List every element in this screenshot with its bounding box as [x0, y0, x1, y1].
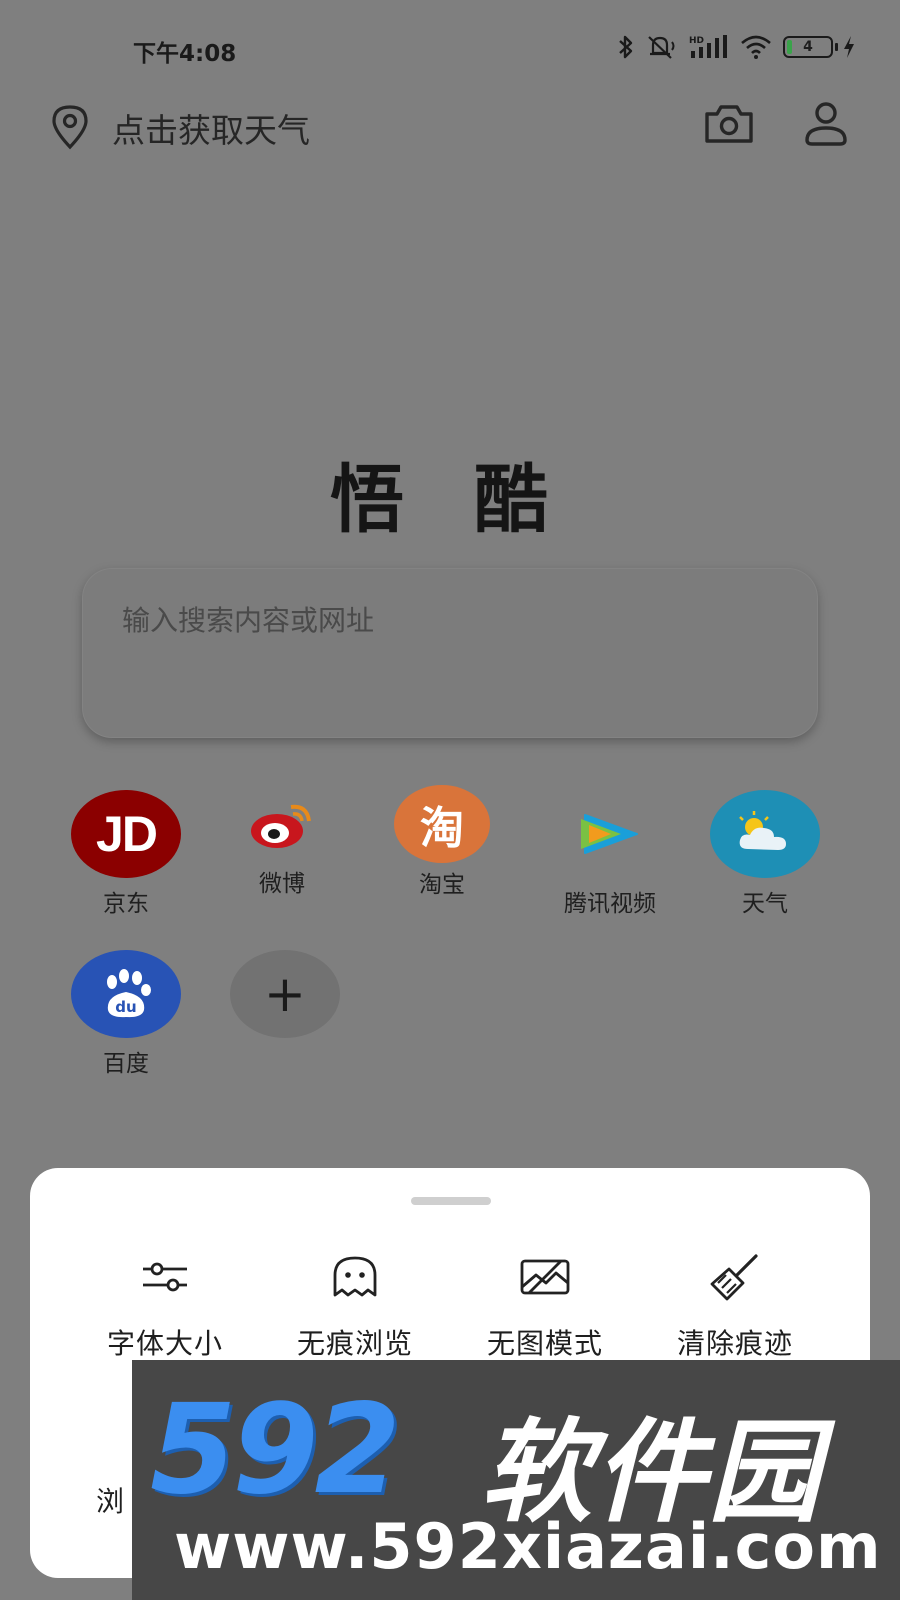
baidu-logo-icon: du [71, 950, 181, 1038]
menu-item-label: 清除痕迹 [676, 1327, 793, 1360]
menu-item-label: 无图模式 [486, 1327, 603, 1360]
shortcut-label: 天气 [742, 891, 788, 917]
menu-item-clear-traces[interactable]: 清除痕迹 [635, 1252, 835, 1362]
battery-level: 4 [803, 39, 813, 55]
shortcut-label: 腾讯视频 [564, 891, 656, 917]
brand-title: 悟 酷 [330, 457, 570, 543]
menu-item-partial-label[interactable]: 浏 [96, 1480, 124, 1520]
shortcut-label: 百度 [103, 1051, 149, 1077]
camera-button[interactable] [703, 102, 759, 152]
status-bar: 下午4:08 HD 4 [0, 0, 900, 100]
menu-item-no-image[interactable]: 无图模式 [445, 1252, 645, 1362]
search-box[interactable] [82, 568, 818, 738]
top-bar: 点击获取天气 [0, 100, 900, 170]
battery-icon: 4 [783, 36, 838, 58]
weather-logo-icon [710, 790, 820, 878]
location-pin-icon[interactable] [48, 104, 92, 150]
ghost-icon [333, 1256, 377, 1297]
jd-logo-icon: JD [71, 790, 181, 878]
add-shortcut-button[interactable]: + [230, 950, 340, 1038]
menu-item-label: 无痕浏览 [296, 1327, 413, 1360]
menu-item-font-size[interactable]: 字体大小 [65, 1252, 265, 1362]
shortcut-label: 京东 [103, 891, 149, 917]
status-icons: HD 4 [617, 34, 855, 60]
broom-icon [710, 1254, 758, 1301]
menu-item-label: 字体大小 [106, 1327, 223, 1360]
shortcut-jd[interactable]: JD 京东 [66, 790, 186, 918]
menu-item-incognito[interactable]: 无痕浏览 [255, 1252, 455, 1362]
taobao-logo-icon: 淘 [394, 785, 490, 863]
signal-icon: HD [689, 35, 727, 58]
svg-text:HD: HD [689, 36, 704, 46]
weibo-logo-icon [237, 790, 327, 860]
wifi-icon [741, 35, 771, 59]
bluetooth-icon [619, 35, 633, 59]
watermark-banner: 592 软件园 www.592xiazai.com [132, 1360, 900, 1600]
no-image-icon [520, 1259, 570, 1295]
shortcut-baidu[interactable]: du 百度 [66, 950, 186, 1078]
watermark-logo-number: 592 [150, 1378, 401, 1522]
tencent-video-logo-icon [560, 790, 660, 878]
shortcut-label: 微博 [259, 871, 305, 897]
search-input[interactable] [122, 598, 762, 642]
user-profile-button[interactable] [803, 100, 853, 152]
sliders-icon [143, 1262, 187, 1292]
shortcut-weather[interactable]: 天气 [705, 790, 825, 918]
weather-prompt[interactable]: 点击获取天气 [112, 104, 310, 152]
status-time: 下午4:08 [133, 41, 237, 67]
camera-icon [705, 105, 753, 143]
user-icon [805, 102, 847, 146]
charging-icon [844, 36, 854, 58]
shortcut-taobao[interactable]: 淘 淘宝 [382, 785, 502, 899]
svg-text:du: du [115, 998, 136, 1016]
shortcut-tencent-video[interactable]: 腾讯视频 [545, 790, 675, 918]
mute-bell-icon [648, 36, 675, 59]
shortcut-label: 淘宝 [419, 872, 465, 898]
sheet-drag-handle[interactable] [411, 1197, 491, 1205]
shortcut-weibo[interactable]: 微博 [222, 790, 342, 898]
add-icon: + [230, 950, 340, 1038]
watermark-url: www.592xiazai.com [174, 1510, 882, 1583]
